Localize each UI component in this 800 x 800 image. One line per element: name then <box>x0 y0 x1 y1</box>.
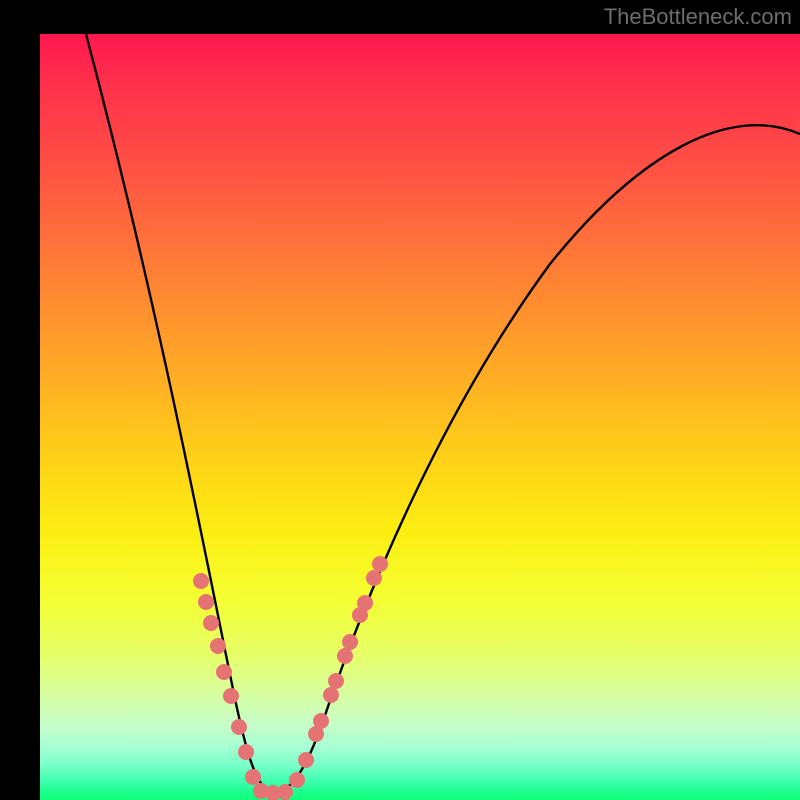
data-point <box>357 595 373 611</box>
data-point <box>238 744 254 760</box>
chart-svg <box>40 34 800 800</box>
data-point <box>245 769 261 785</box>
data-point <box>231 719 247 735</box>
watermark: TheBottleneck.com <box>604 4 792 30</box>
data-point <box>216 664 232 680</box>
data-point <box>203 615 219 631</box>
data-point <box>366 570 382 586</box>
data-point <box>337 648 353 664</box>
data-point <box>342 634 358 650</box>
data-point <box>328 673 344 689</box>
data-point <box>193 573 209 589</box>
plot-area <box>40 34 800 800</box>
data-point <box>372 556 388 572</box>
data-point <box>323 687 339 703</box>
data-point <box>198 594 214 610</box>
data-point <box>223 688 239 704</box>
data-markers <box>193 556 388 800</box>
curve-path <box>86 34 800 792</box>
data-point <box>313 713 329 729</box>
data-point <box>277 784 293 800</box>
data-point <box>298 752 314 768</box>
data-point <box>289 772 305 788</box>
data-point <box>210 638 226 654</box>
